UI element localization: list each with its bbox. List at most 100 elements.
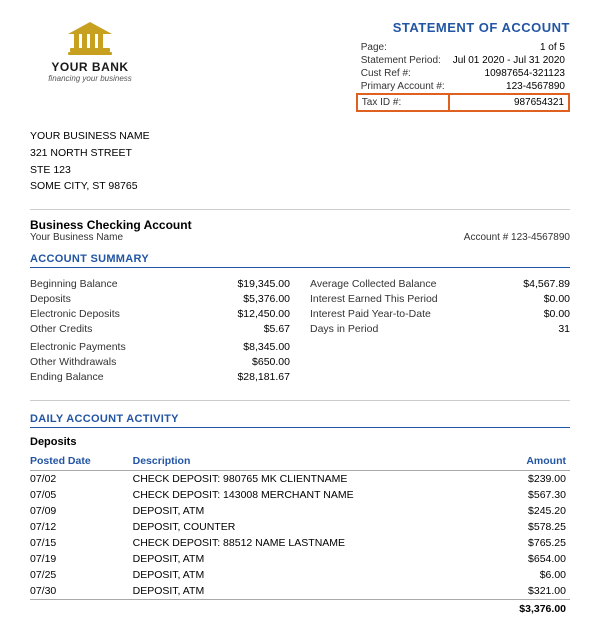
summary-right-row: Average Collected Balance $4,567.89	[310, 276, 570, 291]
page-label: Page:	[357, 41, 449, 54]
cust-ref-label: Cust Ref #:	[357, 67, 449, 80]
tax-id-label: Tax ID #:	[357, 94, 449, 111]
account-number-label: Account #	[464, 232, 508, 243]
bank-name: YOUR BANK	[51, 60, 128, 74]
row-amount: $6.00	[490, 567, 570, 583]
summary-right-row: Interest Earned This Period $0.00	[310, 291, 570, 306]
summary-left-row: Electronic Payments $8,345.00	[30, 339, 290, 354]
col-header-desc: Description	[133, 453, 490, 471]
activity-section-header: DAILY ACCOUNT ACTIVITY	[30, 413, 570, 428]
row-desc: DEPOSIT, ATM	[133, 503, 490, 519]
total-amount: $3,376.00	[490, 600, 570, 618]
account-title-section: Business Checking Account Your Business …	[30, 218, 570, 243]
activity-table-body: 07/02 CHECK DEPOSIT: 980765 MK CLIENTNAM…	[30, 471, 570, 618]
summary-value: $4,567.89	[500, 278, 570, 290]
address-line4: SOME CITY, ST 98765	[30, 178, 570, 195]
summary-label: Beginning Balance	[30, 278, 118, 290]
table-row: 07/09 DEPOSIT, ATM $245.20	[30, 503, 570, 519]
row-date: 07/25	[30, 567, 133, 583]
summary-label: Interest Paid Year-to-Date	[310, 308, 431, 320]
summary-label: Electronic Payments	[30, 341, 126, 353]
row-amount: $578.25	[490, 519, 570, 535]
cust-ref-row: Cust Ref #: 10987654-321123	[357, 67, 569, 80]
summary-value: $8,345.00	[220, 341, 290, 353]
summary-left-row: Other Credits $5.67	[30, 321, 290, 336]
row-amount: $567.30	[490, 487, 570, 503]
table-row: 07/30 DEPOSIT, ATM $321.00	[30, 583, 570, 600]
summary-label: Interest Earned This Period	[310, 293, 438, 305]
account-number: Account # 123-4567890	[464, 232, 570, 243]
summary-value: $5,376.00	[220, 293, 290, 305]
bank-tagline: financing your business	[48, 74, 132, 83]
summary-value: $0.00	[500, 308, 570, 320]
summary-label: Ending Balance	[30, 371, 104, 383]
summary-value: $650.00	[220, 356, 290, 368]
summary-divider	[30, 400, 570, 401]
row-amount: $765.25	[490, 535, 570, 551]
row-desc: CHECK DEPOSIT: 88512 NAME LASTNAME	[133, 535, 490, 551]
activity-total-row: $3,376.00	[30, 600, 570, 618]
summary-value: $19,345.00	[220, 278, 290, 290]
period-row: Statement Period: Jul 01 2020 - Jul 31 2…	[357, 54, 569, 67]
statement-info-table: Page: 1 of 5 Statement Period: Jul 01 20…	[356, 41, 570, 112]
row-date: 07/30	[30, 583, 133, 600]
summary-left-col: Beginning Balance $19,345.00 Deposits $5,37…	[30, 276, 290, 384]
activity-table: Posted Date Description Amount 07/02 CHE…	[30, 453, 570, 617]
summary-left-row: Ending Balance $28,181.67	[30, 369, 290, 384]
address-line3: STE 123	[30, 162, 570, 179]
account-type: Business Checking Account	[30, 218, 192, 232]
table-row: 07/25 DEPOSIT, ATM $6.00	[30, 567, 570, 583]
summary-value: $5.67	[220, 323, 290, 335]
daily-activity-section: DAILY ACCOUNT ACTIVITY Deposits Posted D…	[30, 413, 570, 617]
summary-label: Other Withdrawals	[30, 356, 116, 368]
row-date: 07/05	[30, 487, 133, 503]
total-label-date	[30, 600, 133, 618]
page-value: 1 of 5	[449, 41, 569, 54]
summary-value: $28,181.67	[220, 371, 290, 383]
activity-table-header: Posted Date Description Amount	[30, 453, 570, 471]
total-label-desc	[133, 600, 490, 618]
statement-header: STATEMENT OF ACCOUNT Page: 1 of 5 Statem…	[356, 20, 570, 112]
summary-right-col: Average Collected Balance$4,567.89Intere…	[310, 276, 570, 384]
summary-value: 31	[500, 323, 570, 335]
period-label: Statement Period:	[357, 54, 449, 67]
row-desc: DEPOSIT, ATM	[133, 583, 490, 600]
summary-label: Days in Period	[310, 323, 378, 335]
row-date: 07/02	[30, 471, 133, 488]
bank-logo: YOUR BANK financing your business	[30, 20, 150, 83]
summary-value: $12,450.00	[220, 308, 290, 320]
account-number-value: 123-4567890	[511, 232, 570, 243]
summary-left-row: Electronic Deposits $12,450.00	[30, 306, 290, 321]
page-header: YOUR BANK financing your business STATEM…	[30, 20, 570, 112]
primary-acct-value: 123-4567890	[449, 80, 569, 94]
table-row: 07/12 DEPOSIT, COUNTER $578.25	[30, 519, 570, 535]
row-desc: DEPOSIT, COUNTER	[133, 519, 490, 535]
row-desc: CHECK DEPOSIT: 980765 MK CLIENTNAME	[133, 471, 490, 488]
row-date: 07/15	[30, 535, 133, 551]
tax-id-value: 987654321	[449, 94, 569, 111]
address-section: YOUR BUSINESS NAME 321 NORTH STREET STE …	[30, 128, 570, 195]
summary-section-header: ACCOUNT SUMMARY	[30, 253, 570, 268]
summary-label: Deposits	[30, 293, 71, 305]
tax-id-row: Tax ID #: 987654321	[357, 94, 569, 111]
table-row: 07/02 CHECK DEPOSIT: 980765 MK CLIENTNAM…	[30, 471, 570, 488]
summary-label: Electronic Deposits	[30, 308, 120, 320]
summary-label: Other Credits	[30, 323, 92, 335]
summary-label: Average Collected Balance	[310, 278, 436, 290]
address-line2: 321 NORTH STREET	[30, 145, 570, 162]
period-value: Jul 01 2020 - Jul 31 2020	[449, 54, 569, 67]
summary-left-row: Deposits $5,376.00	[30, 291, 290, 306]
account-owner: Your Business Name	[30, 232, 192, 243]
activity-subsection-title: Deposits	[30, 436, 570, 448]
row-desc: DEPOSIT, ATM	[133, 567, 490, 583]
summary-value: $0.00	[500, 293, 570, 305]
summary-right-row: Days in Period 31	[310, 321, 570, 336]
primary-acct-label: Primary Account #:	[357, 80, 449, 94]
table-row: 07/15 CHECK DEPOSIT: 88512 NAME LASTNAME…	[30, 535, 570, 551]
activity-header-row: Posted Date Description Amount	[30, 453, 570, 471]
summary-grid: Beginning Balance $19,345.00 Deposits $5,37…	[30, 276, 570, 384]
row-date: 07/09	[30, 503, 133, 519]
row-date: 07/12	[30, 519, 133, 535]
statement-title: STATEMENT OF ACCOUNT	[356, 20, 570, 35]
address-line1: YOUR BUSINESS NAME	[30, 128, 570, 145]
